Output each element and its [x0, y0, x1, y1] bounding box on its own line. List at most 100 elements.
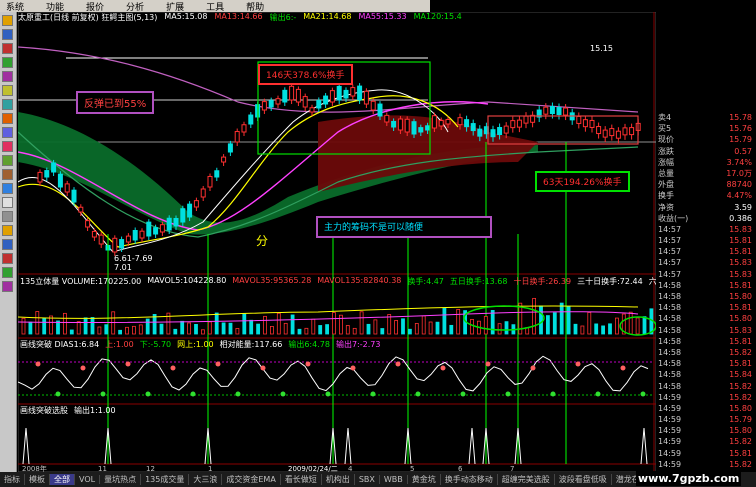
tool-icon[interactable]	[2, 225, 13, 236]
indicator-tab[interactable]: 成交资金EMA	[222, 474, 281, 485]
candle-body	[357, 85, 363, 101]
menu-extend[interactable]: 扩展	[166, 0, 184, 13]
quote-row: 买5 15.76	[656, 123, 756, 134]
quote-row-value: 3.59	[734, 202, 752, 212]
candle-body	[316, 99, 322, 109]
tool-icon[interactable]	[2, 253, 13, 264]
quote-row-value: 15.81	[729, 448, 752, 458]
trough-marker	[595, 391, 601, 397]
tool-icon[interactable]	[2, 15, 13, 26]
volume-bar	[200, 329, 205, 335]
volume-bar	[325, 324, 330, 335]
volume-bar	[173, 328, 178, 335]
indicator-tab[interactable]: 模板	[25, 474, 50, 485]
candle-body	[227, 143, 233, 153]
trough-marker	[505, 391, 511, 397]
tool-icon[interactable]	[2, 29, 13, 40]
tool-icon[interactable]	[2, 57, 13, 68]
indicator-tab[interactable]: 全部	[50, 474, 75, 485]
peak-marker	[530, 365, 536, 371]
indicator-tab[interactable]: WBB	[380, 475, 408, 484]
indicator-tab[interactable]: 超缠完美选股	[498, 474, 555, 485]
indicator-tab[interactable]: 量坑热点	[100, 474, 142, 485]
quote-row-value: 88740	[726, 180, 752, 190]
candle-body	[418, 127, 424, 133]
volume-bar	[483, 315, 488, 335]
tool-icon[interactable]	[2, 169, 13, 180]
candle-body	[596, 126, 602, 135]
volume-bar	[366, 323, 371, 335]
div-label: 分	[256, 234, 269, 248]
tool-icon[interactable]	[2, 113, 13, 124]
quote-row-value: 15.81	[729, 359, 752, 369]
indicator-tab[interactable]: 指标	[0, 474, 25, 485]
candle-body	[268, 100, 274, 108]
indicator-tab[interactable]: 黄金坑	[408, 474, 441, 485]
tool-icon[interactable]	[2, 99, 13, 110]
candle-body	[377, 103, 383, 117]
quote-row: 现价 15.79	[656, 134, 756, 145]
left-toolbar	[0, 12, 17, 472]
candle-body	[438, 120, 444, 127]
volume-bar	[435, 321, 440, 335]
candle-body	[411, 121, 417, 135]
indicator-tab[interactable]: SBX	[355, 475, 380, 484]
peak-marker	[485, 361, 491, 367]
menu-function[interactable]: 功能	[46, 0, 64, 13]
candle-body	[615, 130, 621, 139]
volume-bar	[290, 314, 295, 335]
quote-row: 14:58 15.81	[656, 358, 756, 369]
quote-row-label: 14:59	[658, 459, 682, 469]
candle-body	[384, 114, 390, 123]
price-label: 15.15	[590, 44, 613, 53]
candle-body	[234, 131, 240, 143]
indicator-tab[interactable]: VOL	[75, 475, 101, 484]
menu-tools[interactable]: 工具	[206, 0, 224, 13]
quote-row-label: 买5	[658, 124, 672, 134]
candle-body	[289, 85, 295, 101]
tool-icon[interactable]	[2, 43, 13, 54]
indicator-energy: 相对能量:117.66	[219, 340, 283, 349]
tool-icon[interactable]	[2, 281, 13, 292]
candle-body	[309, 107, 315, 113]
menu-help[interactable]: 帮助	[246, 0, 264, 13]
tool-icon[interactable]	[2, 85, 13, 96]
menu-system[interactable]: 系统	[6, 0, 24, 13]
menu-analysis[interactable]: 分析	[126, 0, 144, 13]
quote-row: 14:58 15.82	[656, 381, 756, 392]
tool-icon[interactable]	[2, 267, 13, 278]
indicator-tab[interactable]: 135成交量	[141, 474, 190, 485]
volume-bar	[49, 315, 54, 335]
tool-icon[interactable]	[2, 197, 13, 208]
quote-row-value: 0.57	[734, 146, 752, 156]
menu-quote[interactable]: 报价	[86, 0, 104, 13]
quote-row-label: 14:59	[658, 437, 682, 447]
indicator-tab[interactable]: 波段看盘低吸	[555, 474, 612, 485]
indicator-tab[interactable]: 机构出	[322, 474, 355, 485]
tool-icon[interactable]	[2, 183, 13, 194]
candle-body	[556, 107, 562, 116]
quote-row-value: 15.81	[729, 280, 752, 290]
quote-row: 14:58 15.82	[656, 347, 756, 358]
tool-icon[interactable]	[2, 127, 13, 138]
tool-icon[interactable]	[2, 211, 13, 222]
volume-bar	[587, 312, 592, 335]
candle-body	[576, 115, 582, 124]
date-axis-label: 2009/02/24/二	[288, 465, 338, 472]
tool-icon[interactable]	[2, 155, 13, 166]
peak-marker	[170, 365, 176, 371]
volume-bar	[442, 307, 447, 335]
volume-bar	[304, 327, 309, 335]
tool-icon[interactable]	[2, 71, 13, 82]
tool-icon[interactable]	[2, 141, 13, 152]
quote-row-value: 15.82	[729, 459, 752, 469]
quote-row: 14:58 15.83	[656, 325, 756, 336]
quote-row-label: 14:58	[658, 303, 682, 313]
indicator-tab[interactable]: 大三浪	[189, 474, 223, 485]
trough-marker	[640, 391, 646, 397]
vol-title: 135立体量 VOLUME:170225.00	[20, 277, 142, 286]
indicator-tab[interactable]: 换手动态移动	[441, 474, 498, 485]
tool-icon[interactable]	[2, 239, 13, 250]
indicator-tab[interactable]: 看长做短	[281, 474, 322, 485]
candle-body	[180, 208, 186, 223]
